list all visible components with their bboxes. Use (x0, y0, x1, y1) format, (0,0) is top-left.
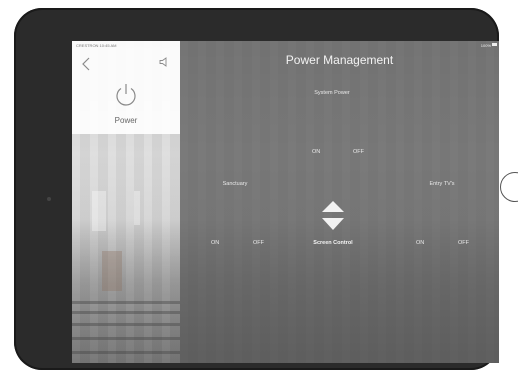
system-power-on-button[interactable] (308, 111, 328, 131)
sanctuary-off-label: OFF (253, 240, 264, 246)
page-title: Power Management (285, 53, 394, 67)
entry-tvs-off-button[interactable] (453, 202, 473, 222)
power-icon[interactable] (112, 81, 140, 109)
back-chevron-icon[interactable] (78, 55, 96, 73)
sanctuary-on-label: ON (211, 240, 220, 246)
home-button[interactable] (500, 172, 518, 202)
system-power-on-label: ON (312, 149, 321, 155)
screen-down-arrow (322, 218, 344, 230)
screen-control-label: Screen Control (313, 240, 353, 246)
status-carrier-time: CRESTRON 10:45 AM (76, 43, 117, 48)
speaker-icon[interactable] (158, 56, 170, 68)
sanctuary-off-button[interactable] (247, 202, 267, 222)
entry-tvs-off-label: OFF (458, 240, 469, 246)
screen-up-arrow (322, 201, 344, 212)
screen-control-arrows[interactable] (320, 199, 346, 233)
sanctuary-on-button[interactable] (206, 202, 226, 222)
sidebar-item-power-label: Power (114, 116, 138, 125)
battery-icon (492, 43, 497, 46)
system-power-label: System Power (314, 90, 350, 96)
app-screen: CRESTRON 10:45 AM 100% Power Power Manag… (72, 41, 499, 363)
sidebar-photo (72, 134, 180, 363)
tablet-frame: CRESTRON 10:45 AM 100% Power Power Manag… (14, 8, 499, 370)
system-power-off-button[interactable] (347, 111, 367, 131)
sanctuary-label: Sanctuary (222, 181, 248, 187)
status-battery-text: 100% (480, 43, 491, 48)
entry-tvs-on-label: ON (416, 240, 425, 246)
entry-tvs-on-button[interactable] (411, 202, 431, 222)
system-power-off-label: OFF (353, 149, 364, 155)
entry-tvs-label: Entry TV's (429, 181, 455, 187)
front-camera (47, 197, 51, 201)
